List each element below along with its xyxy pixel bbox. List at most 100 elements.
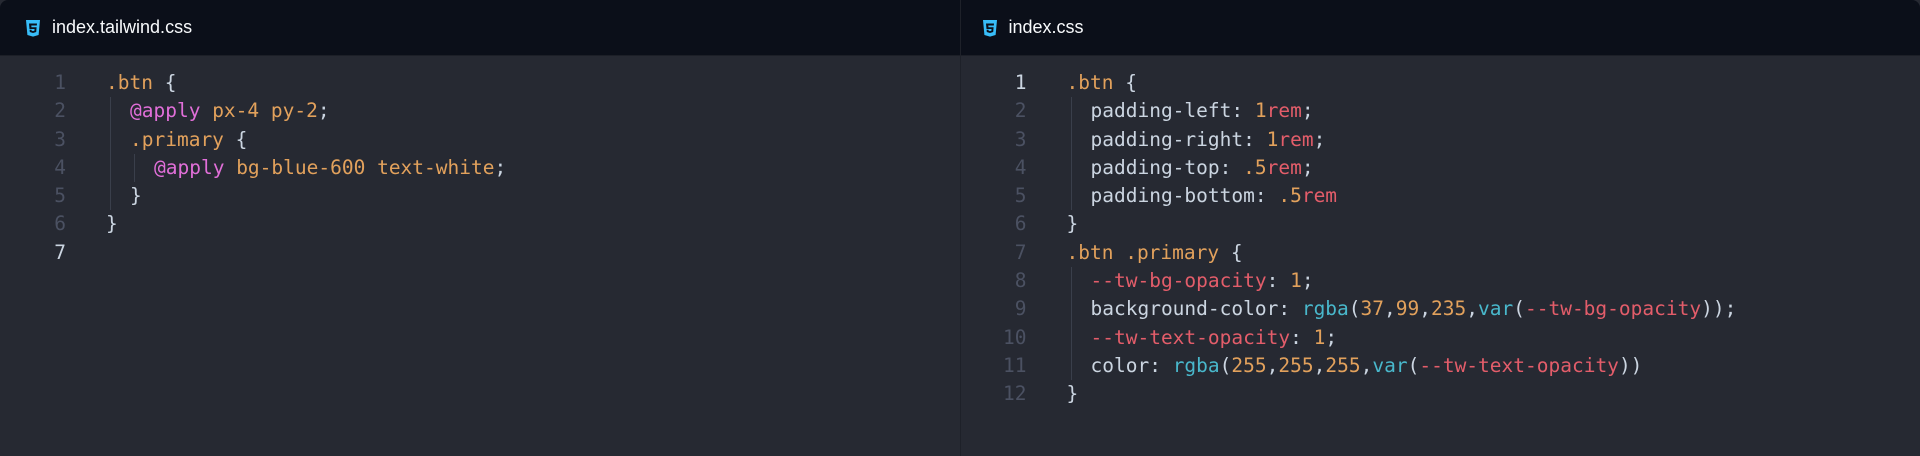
number: 1: [1254, 99, 1267, 123]
brace: }: [1066, 382, 1079, 406]
utility-classes: bg-blue-600 text-white: [224, 155, 495, 179]
colon: :: [1290, 325, 1314, 349]
line-number: 5: [1014, 184, 1027, 208]
unit: rem: [1266, 155, 1302, 179]
code-area[interactable]: 1 .btn { 2 padding-left: 1rem; 3 padding…: [961, 56, 1920, 409]
brace: {: [223, 127, 248, 151]
comma: ,: [1313, 353, 1326, 377]
property: color:: [1090, 353, 1173, 377]
code-line: 4 @apply bg-blue-600 text-white;: [0, 153, 960, 183]
code-line: 3 padding-right: 1rem;: [961, 125, 1920, 154]
property: padding-right:: [1090, 127, 1267, 151]
number: 1: [1290, 269, 1302, 293]
line-number: 7: [54, 240, 66, 264]
unit: rem: [1278, 127, 1314, 151]
code-line: 1 .btn {: [961, 69, 1920, 97]
indent-guide: [1070, 295, 1072, 324]
right-tab-bar: index.css: [960, 0, 1920, 56]
code-text: color: rgba(255,255,255,var(--tw-text-op…: [1027, 351, 1642, 381]
code-text: --tw-bg-opacity: 1;: [1027, 267, 1314, 296]
function: rgba: [1301, 297, 1349, 321]
number: .5: [1278, 184, 1302, 208]
indent-guide: [1070, 323, 1072, 352]
line-number: 4: [54, 155, 66, 179]
code-text: background-color: rgba(37,99,235,var(--t…: [1027, 295, 1737, 324]
number: 255: [1278, 353, 1314, 377]
colon: :: [1266, 269, 1291, 293]
indent-guide: [1070, 153, 1072, 183]
code-line: 1 .btn {: [0, 69, 960, 97]
selector: .btn .primary: [1066, 240, 1220, 264]
line-number: 10: [1003, 325, 1027, 349]
tab-label: index.css: [1008, 17, 1084, 37]
semicolon: ;: [317, 99, 330, 123]
code-line: 2 @apply px-4 py-2;: [0, 97, 960, 126]
paren: ));: [1701, 297, 1737, 321]
line-number: 3: [1014, 127, 1027, 151]
utility-classes: px-4 py-2: [200, 99, 318, 123]
indent-guide: [1070, 97, 1072, 126]
line-number: 2: [54, 99, 66, 123]
custom-property: --tw-bg-opacity: [1524, 297, 1702, 321]
code-line: 6 }: [961, 210, 1920, 238]
indent-guide: [110, 125, 111, 154]
semicolon: ;: [1325, 325, 1338, 349]
code-line: 11 color: rgba(255,255,255,var(--tw-text…: [961, 351, 1920, 381]
line-number: 1: [54, 71, 66, 94]
line-number: 4: [1014, 155, 1027, 179]
comma: ,: [1384, 297, 1396, 321]
function: rgba: [1172, 353, 1220, 377]
comma: ,: [1466, 297, 1478, 321]
property: padding-bottom:: [1090, 184, 1279, 208]
line-number: 5: [54, 184, 66, 208]
code-text: --tw-text-opacity: 1;: [1027, 323, 1338, 352]
number: 255: [1325, 353, 1361, 377]
semicolon: ;: [1313, 127, 1326, 151]
tab-index-tailwind-css[interactable]: index.tailwind.css: [24, 17, 192, 38]
indent-guide: [1070, 351, 1072, 381]
line-number: 11: [1003, 353, 1027, 377]
paren: (: [1407, 353, 1420, 377]
line-number: 3: [54, 127, 66, 151]
tab-index-css[interactable]: index.css: [981, 17, 1084, 38]
at-rule: @apply: [154, 155, 225, 179]
number: 235: [1431, 297, 1467, 321]
brace: {: [1113, 71, 1137, 94]
line-number: 2: [1014, 99, 1027, 123]
css3-icon: [24, 19, 42, 37]
code-line: 12 }: [961, 380, 1920, 408]
semicolon: ;: [494, 155, 507, 179]
line-number: 6: [54, 212, 66, 236]
code-text: @apply bg-blue-600 text-white;: [66, 153, 507, 183]
code-line: 5 padding-bottom: .5rem: [961, 182, 1920, 211]
comma: ,: [1266, 353, 1279, 377]
indent-guide: [134, 153, 135, 183]
code-text: @apply px-4 py-2;: [66, 97, 330, 126]
code-line: 9 background-color: rgba(37,99,235,var(-…: [961, 295, 1920, 324]
brace: }: [130, 184, 142, 208]
code-text: }: [1027, 380, 1079, 408]
function: var: [1478, 297, 1514, 321]
tab-label: index.tailwind.css: [52, 17, 193, 37]
line-number: 7: [1014, 240, 1027, 264]
code-line: 6 }: [0, 210, 960, 238]
function: var: [1372, 353, 1408, 377]
brace: }: [1066, 212, 1079, 236]
code-text: }: [66, 210, 118, 238]
left-editor-pane: index.tailwind.css 1 .btn { 2 @apply px-…: [0, 0, 960, 456]
indent-guide: [110, 97, 111, 126]
property: padding-top:: [1090, 155, 1244, 179]
semicolon: ;: [1301, 155, 1314, 179]
brace: {: [1219, 240, 1243, 264]
unit: rem: [1301, 184, 1338, 208]
number: 99: [1395, 297, 1420, 321]
code-area[interactable]: 1 .btn { 2 @apply px-4 py-2; 3 .primary …: [0, 56, 960, 267]
brace: {: [152, 71, 177, 94]
number: .5: [1243, 155, 1267, 179]
paren: (: [1513, 297, 1525, 321]
code-line: 3 .primary {: [0, 125, 960, 154]
code-text: }: [1027, 210, 1079, 238]
line-number: 6: [1014, 212, 1027, 236]
code-text: .primary {: [66, 125, 248, 154]
